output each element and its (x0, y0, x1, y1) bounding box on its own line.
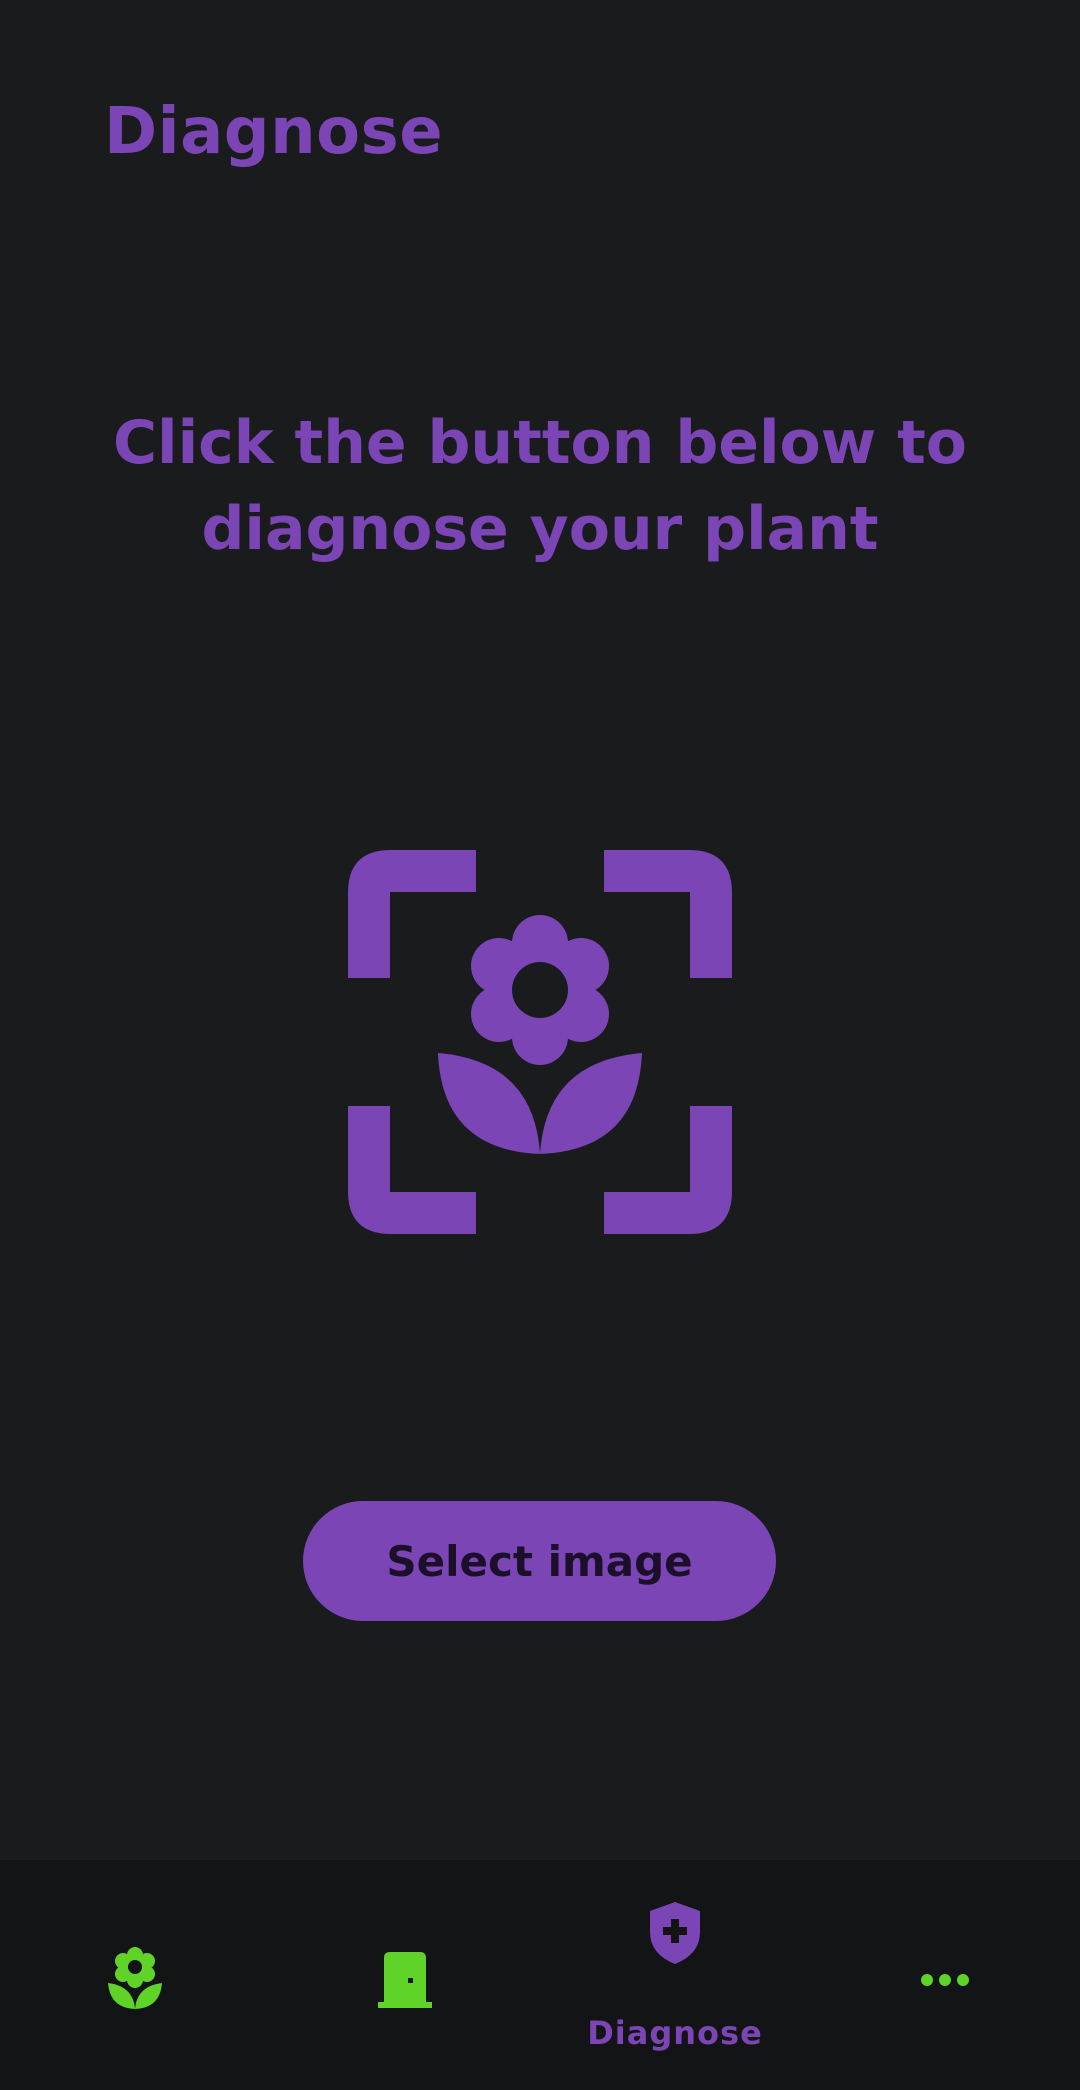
diagnose-prompt: Click the button below to diagnose your … (60, 400, 1020, 572)
nav-item-rooms[interactable] (270, 1860, 540, 2090)
scan-plant-icon (348, 850, 732, 1234)
shield-plus-icon (650, 1902, 700, 1964)
nav-label-diagnose: Diagnose (587, 2014, 763, 2052)
prompt-line-1: Click the button below to (112, 408, 967, 478)
page-title: Diagnose (104, 95, 444, 169)
prompt-line-2: diagnose your plant (201, 494, 879, 564)
nav-item-diagnose[interactable]: Diagnose (540, 1860, 810, 2090)
door-icon (378, 1952, 432, 2008)
select-image-label: Select image (386, 1536, 693, 1586)
more-dots-icon (921, 1974, 969, 1986)
flower-icon (108, 1947, 162, 2009)
nav-item-more[interactable] (810, 1860, 1080, 2090)
nav-item-plants[interactable] (0, 1860, 270, 2090)
bottom-navigation: Diagnose (0, 1860, 1080, 2090)
select-image-button[interactable]: Select image (303, 1501, 776, 1621)
